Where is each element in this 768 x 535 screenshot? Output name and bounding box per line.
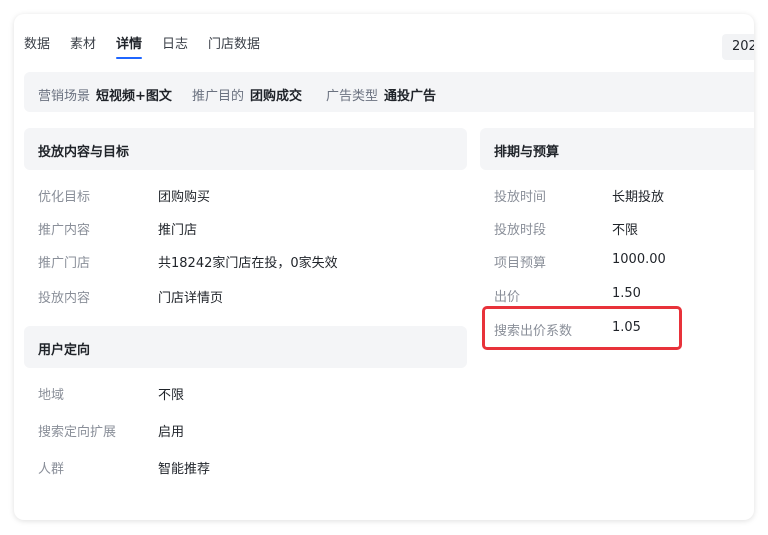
section-content-goals: 投放内容与目标 [24,128,467,170]
row-key-search-expansion: 搜索定向扩展 [38,425,117,440]
detail-card: 数据 素材 详情 日志 门店数据 202 营销场景 短视频+图文 推广目的 团购成交… [14,14,754,520]
row-value-delivery-period: 不限 [612,223,639,238]
row-key-delivery-period: 投放时段 [494,223,547,238]
row-value-project-budget: 1000.00 [612,252,666,267]
summary-bar: 营销场景 短视频+图文 推广目的 团购成交 广告类型 通投广告 [24,72,754,112]
row-key-promotion-content: 推广内容 [38,223,91,238]
row-key-optimization-goal: 优化目标 [38,190,91,205]
tab-material[interactable]: 素材 [70,36,96,54]
tab-log[interactable]: 日志 [162,36,188,54]
row-key-delivery-content: 投放内容 [38,291,91,306]
row-value-audience: 智能推荐 [158,462,211,477]
section-schedule-budget-title: 排期与预算 [494,145,560,160]
row-value-promotion-content: 推门店 [158,223,198,238]
summary-scene-value: 短视频+图文 [96,89,172,104]
row-key-project-budget: 项目预算 [494,256,547,271]
row-value-bid: 1.50 [612,286,641,301]
tab-details[interactable]: 详情 [116,36,143,59]
section-user-targeting-title: 用户定向 [38,343,91,358]
summary-adtype-key: 广告类型 [326,89,379,104]
summary-adtype-value: 通投广告 [384,89,437,104]
row-value-promotion-stores: 共18242家门店在投，0家失效 [158,256,338,271]
summary-scene-key: 营销场景 [38,89,91,104]
section-content-goals-title: 投放内容与目标 [38,145,130,160]
row-value-delivery-time: 长期投放 [612,190,665,205]
date-range-picker[interactable]: 202 [722,34,754,60]
row-value-delivery-content: 门店详情页 [158,291,224,306]
row-key-region: 地域 [38,388,65,403]
summary-purpose: 推广目的 团购成交 [192,85,302,104]
tab-details-label: 详情 [116,37,143,52]
highlight-annotation-box [482,306,682,350]
row-key-bid: 出价 [494,290,521,305]
row-value-region: 不限 [158,388,185,403]
row-key-audience: 人群 [38,462,65,477]
summary-adtype: 广告类型 通投广告 [326,85,436,104]
tab-store-data[interactable]: 门店数据 [208,36,260,54]
row-key-delivery-time: 投放时间 [494,190,547,205]
tab-data[interactable]: 数据 [24,36,50,54]
active-tab-indicator [116,57,143,59]
summary-purpose-key: 推广目的 [192,89,245,104]
section-schedule-budget: 排期与预算 [480,128,754,170]
row-key-promotion-stores: 推广门店 [38,256,91,271]
summary-purpose-value: 团购成交 [250,89,303,104]
summary-scene: 营销场景 短视频+图文 [38,85,172,104]
row-value-optimization-goal: 团购购买 [158,190,211,205]
section-user-targeting: 用户定向 [24,326,467,368]
row-value-search-expansion: 启用 [158,425,185,440]
